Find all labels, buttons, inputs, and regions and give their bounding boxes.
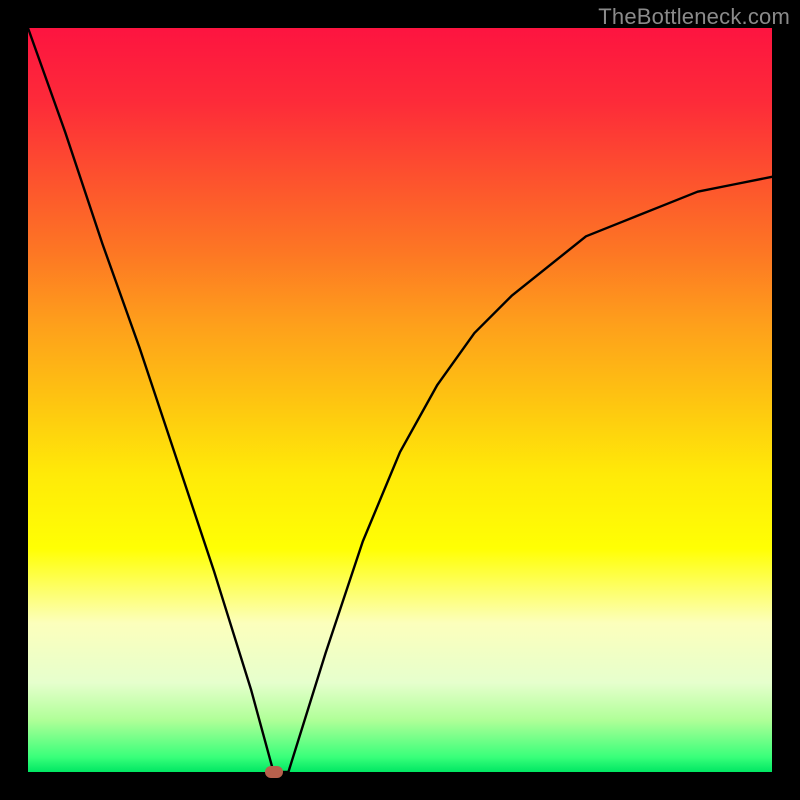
curve-path — [28, 28, 772, 772]
plot-area — [28, 28, 772, 772]
bottleneck-curve — [28, 28, 772, 772]
minimum-marker — [265, 766, 283, 778]
chart-frame: TheBottleneck.com — [0, 0, 800, 800]
watermark-text: TheBottleneck.com — [598, 4, 790, 30]
